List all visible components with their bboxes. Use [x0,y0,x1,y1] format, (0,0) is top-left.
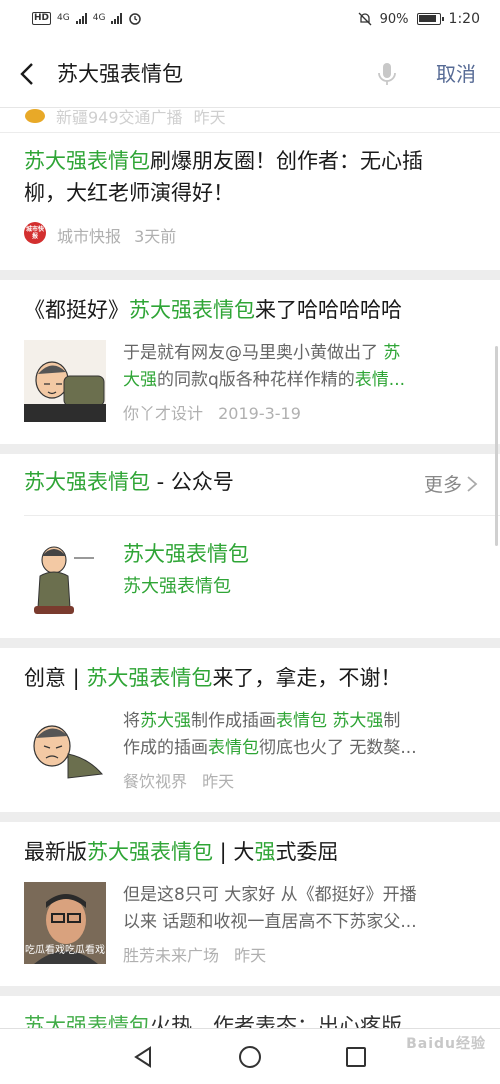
battery-icon [416,13,444,25]
result-source: 新疆949交通广播 [56,108,183,127]
watermark: Baidu经验 [406,1036,486,1052]
battery-percent: 90% [379,11,409,27]
clock-time: 1:20 [448,11,480,27]
result-title: 最新版苏大强表情包 | 大强式委屈 [24,840,339,864]
result-time: 2019-3-19 [218,404,301,423]
cancel-button[interactable]: 取消 [436,60,476,88]
network-label-1: 4G [57,13,70,23]
partial-result-top[interactable]: 新疆949交通广播 昨天 [0,108,500,132]
result-thumbnail: 吃瓜看戏吃瓜看戏 [24,882,106,964]
section-title: 苏大强表情包 - 公众号 [24,470,234,494]
back-triangle-icon[interactable] [132,1045,154,1069]
signal-icon-2 [111,12,123,24]
result-item[interactable]: 苏大强表情包刷爆朋友圈！创作者：无心插 柳，大红老师演得好！ 城市快报 城市快报 … [0,132,500,270]
network-label-2: 4G [92,13,106,23]
chevron-right-icon [467,475,478,492]
cartoon-man-lying-icon [24,361,106,422]
account-desc: 苏大强表情包 [123,576,231,597]
result-time: 3天前 [134,227,177,246]
result-thumbnail [24,708,106,790]
divider [24,515,500,516]
result-snippet: 但是这8只可 大家好 从《都挺好》开播 以来 话题和收视一直居高不下苏家父... [123,885,417,932]
account-name[interactable]: 苏大强表情包 [123,538,249,568]
result-source: 餐饮视界 [123,772,188,791]
status-bar: HD 4G 4G 90% 1:20 [0,0,500,40]
home-circle-icon[interactable] [238,1045,262,1069]
search-header: 苏大强表情包 取消 [0,40,500,108]
scrollbar[interactable] [495,346,498,546]
result-time: 昨天 [234,946,267,965]
hd-badge: HD [32,11,52,25]
cartoon-man-sitting-icon [34,546,94,614]
result-title: 《都挺好》苏大强表情包来了哈哈哈哈哈 [24,298,402,322]
result-snippet: 于是就有网友@马里奥小黄做出了 苏 大强的同款q版各种花样作精的表情... [123,343,406,390]
result-time: 昨天 [193,108,226,127]
result-item[interactable]: 苏大强表情包火热，作者表态：出心疼版 [0,996,500,1028]
recents-square-icon[interactable] [345,1046,367,1068]
search-input[interactable]: 苏大强表情包 [57,60,183,88]
thumb-caption: 吃瓜看戏吃瓜看戏 [25,945,105,956]
result-time: 昨天 [202,772,235,791]
result-title: 苏大强表情包刷爆朋友圈！创作者：无心插 柳，大红老师演得好！ [24,149,423,205]
official-accounts-section: 苏大强表情包 - 公众号 更多 苏大强表情包 苏大强表情包 [0,454,500,638]
result-title: 创意 | 苏大强表情包来了，拿走，不谢！ [24,666,402,690]
signal-icon [75,12,87,24]
result-title: 苏大强表情包火热，作者表态：出心疼版 [24,1014,402,1028]
chevron-left-icon[interactable] [14,60,42,88]
result-thumbnail [24,340,106,422]
microphone-icon[interactable] [376,60,398,88]
results-list[interactable]: 新疆949交通广播 昨天 苏大强表情包刷爆朋友圈！创作者：无心插 柳，大红老师演得… [0,108,500,1028]
mute-bell-icon [358,12,372,26]
result-source: 城市快报 [57,227,122,246]
source-logo: 城市快报 [24,222,46,244]
source-logo-icon [25,109,45,123]
result-item[interactable]: 《都挺好》苏大强表情包来了哈哈哈哈哈 于是就有网友@马里奥小黄做出了 苏 大强的… [0,280,500,444]
result-item[interactable]: 创意 | 苏大强表情包来了，拿走，不谢！ 将苏大强制作成插画表情包 苏大强制 作… [0,648,500,812]
more-button[interactable]: 更多 [424,470,478,497]
alarm-icon [129,13,142,25]
account-avatar[interactable] [24,536,106,618]
result-source: 你丫才设计 [123,404,204,423]
result-item[interactable]: 最新版苏大强表情包 | 大强式委屈 吃瓜看戏吃瓜看戏 但是这8只可 大家好 从《… [0,822,500,986]
cartoon-man-crying-icon [33,725,104,779]
result-snippet: 将苏大强制作成插画表情包 苏大强制 作成的插画表情包彻底也火了 无数獒... [123,711,417,758]
result-source: 胜芳未来广场 [123,946,220,965]
